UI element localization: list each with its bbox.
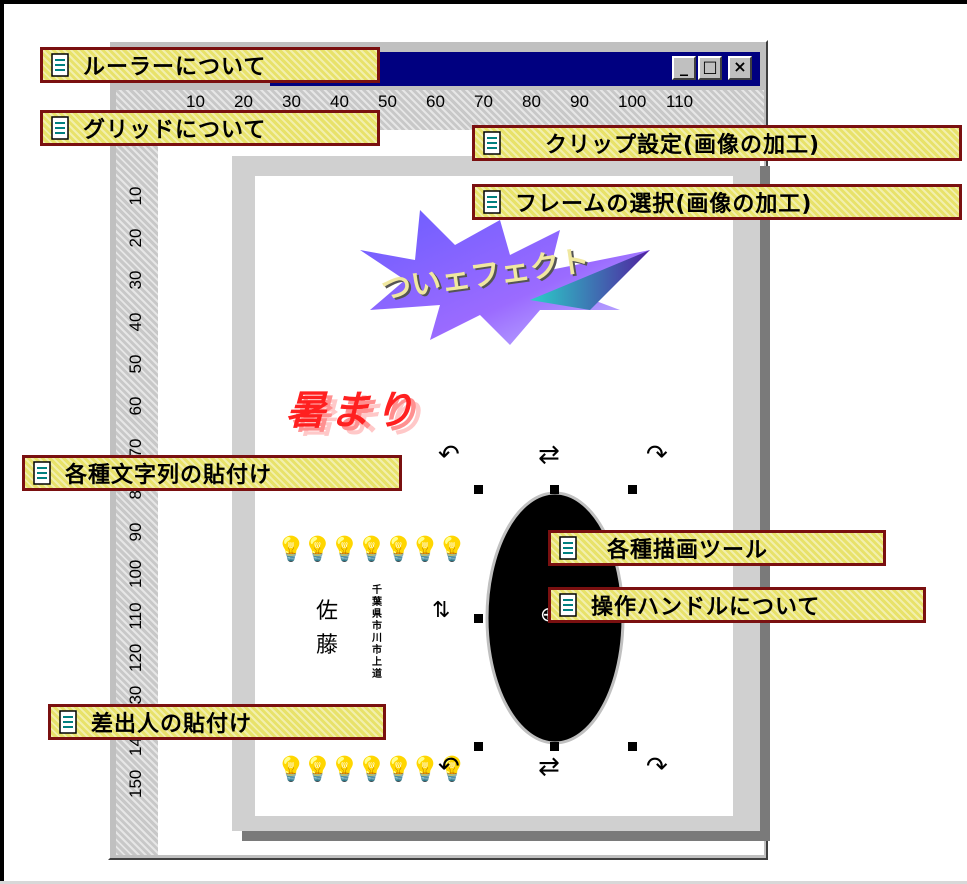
document-icon xyxy=(51,116,69,140)
ruler-tick-label: 100 xyxy=(618,92,647,111)
ruler-tick-label: 40 xyxy=(126,312,145,332)
callout-label: フレームの選択(画像の加工) xyxy=(515,192,813,217)
resize-handle-top-right[interactable] xyxy=(628,485,637,494)
ruler-tick-label: 50 xyxy=(378,92,397,111)
document-icon xyxy=(33,461,51,485)
callout-label: 各種文字列の貼付け xyxy=(65,463,273,488)
ruler-tick-label: 110 xyxy=(126,602,145,630)
callout-drawing-tools[interactable]: 各種描画ツール xyxy=(548,530,886,566)
skew-icon[interactable]: ⇄ xyxy=(538,752,560,782)
sender-name-char-1: 佐 xyxy=(315,599,338,624)
sender-name[interactable]: 佐 藤 xyxy=(312,595,342,663)
ruler-tick-label: 20 xyxy=(126,228,145,248)
document-icon xyxy=(559,593,577,617)
skew-icon[interactable]: ⇄ xyxy=(538,440,560,470)
document-icon xyxy=(483,131,501,155)
ruler-tick-label: 90 xyxy=(570,92,589,111)
callout-label: 差出人の貼付け xyxy=(91,712,253,737)
document-icon xyxy=(51,53,69,77)
ruler-tick-label: 100 xyxy=(126,559,145,588)
callout-handles[interactable]: 操作ハンドルについて xyxy=(548,587,926,623)
rotate-icon[interactable]: ↷ xyxy=(646,752,668,782)
resize-handle-top-left[interactable] xyxy=(474,485,483,494)
ruler-tick-label: 30 xyxy=(282,92,301,111)
resize-handle-left[interactable] xyxy=(474,614,483,623)
resize-handle-bottom[interactable] xyxy=(550,742,559,751)
decoration-bulbs-top: 💡💡💡💡💡💡💡 xyxy=(276,535,467,563)
rotate-icon[interactable]: ↷ xyxy=(646,440,668,470)
ruler-tick-label: 10 xyxy=(186,92,205,111)
callout-clip-setting[interactable]: クリップ設定(画像の加工) xyxy=(472,125,962,161)
rotate-icon[interactable]: ↶ xyxy=(438,752,460,782)
ruler-tick-label: 110 xyxy=(666,92,694,111)
ruler-tick-label: 20 xyxy=(234,92,253,111)
callout-sender-paste[interactable]: 差出人の貼付け xyxy=(48,704,386,740)
ruler-tick-label: 30 xyxy=(126,270,145,290)
ruler-tick-label: 10 xyxy=(126,186,145,206)
maximize-button[interactable]: □ xyxy=(698,56,722,80)
ruler-tick-label: 70 xyxy=(474,92,493,111)
callout-label: ルーラーについて xyxy=(83,55,267,80)
wave-text[interactable]: 暑まり xyxy=(282,378,430,436)
callout-grid[interactable]: グリッドについて xyxy=(40,110,380,146)
document-icon xyxy=(483,190,501,214)
ruler-tick-label: 60 xyxy=(426,92,445,111)
sender-name-char-2: 藤 xyxy=(315,633,338,658)
callout-label: グリッドについて xyxy=(83,118,267,143)
rotate-icon[interactable]: ↶ xyxy=(438,440,460,470)
callout-label: 操作ハンドルについて xyxy=(591,595,821,620)
skew-icon[interactable]: ⇅ xyxy=(432,598,450,623)
decoration-bulbs-bottom: 💡💡💡💡💡💡💡 xyxy=(276,755,467,783)
ruler-tick-label: 120 xyxy=(126,643,145,672)
document-icon xyxy=(59,710,77,734)
screen-border-left xyxy=(0,0,4,884)
resize-handle-top[interactable] xyxy=(550,485,559,494)
callout-frame-select[interactable]: フレームの選択(画像の加工) xyxy=(472,184,962,220)
resize-handle-bottom-right[interactable] xyxy=(628,742,637,751)
ruler-tick-label: 40 xyxy=(330,92,349,111)
callout-text-paste[interactable]: 各種文字列の貼付け xyxy=(22,455,402,491)
ruler-tick-label: 150 xyxy=(126,769,145,798)
close-button[interactable]: × xyxy=(728,56,752,80)
screen-border-top xyxy=(0,0,967,4)
ruler-tick-label: 60 xyxy=(126,396,145,416)
document-icon xyxy=(559,536,577,560)
ruler-tick-label: 50 xyxy=(126,354,145,374)
ruler-tick-label: 80 xyxy=(522,92,541,111)
resize-handle-bottom-left[interactable] xyxy=(474,742,483,751)
ruler-tick-label: 90 xyxy=(126,522,145,542)
minimize-button[interactable]: _ xyxy=(672,56,696,80)
callout-label: 各種描画ツール xyxy=(607,538,769,563)
sender-address[interactable]: 千葉県市川市上道 xyxy=(372,585,384,681)
callout-ruler[interactable]: ルーラーについて xyxy=(40,47,380,83)
callout-label: クリップ設定(画像の加工) xyxy=(545,133,821,158)
